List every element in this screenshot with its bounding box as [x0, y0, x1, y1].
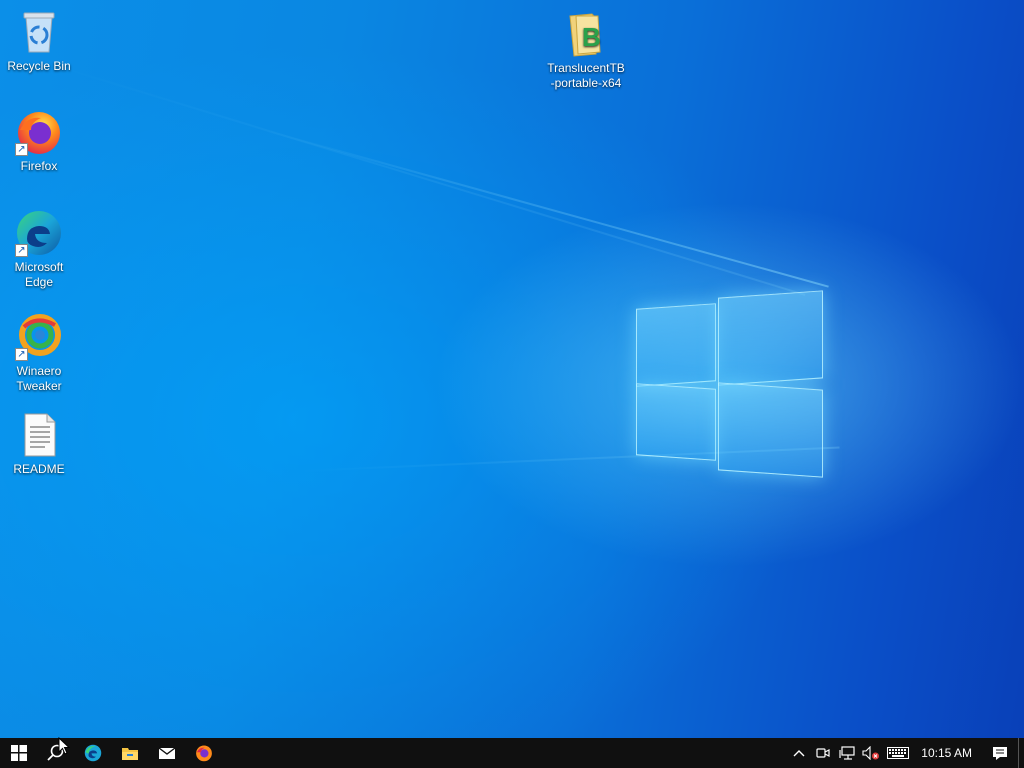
desktop-icon-label: Microsoft Edge	[14, 260, 64, 289]
desktop-icon-translucenttb[interactable]: B TranslucentTB -portable-x64	[546, 10, 626, 91]
volume-button[interactable]	[859, 738, 883, 768]
desktop-icon-firefox[interactable]: ↗ Firefox	[1, 108, 77, 174]
wallpaper-light-beam	[259, 128, 829, 288]
network-button[interactable]	[835, 738, 859, 768]
show-desktop-button[interactable]	[1018, 738, 1024, 768]
system-tray: 10:15 AM	[787, 738, 1024, 768]
firefox-icon: ↗	[15, 108, 63, 156]
mail-icon	[158, 747, 175, 759]
clock[interactable]: 10:15 AM	[913, 746, 982, 760]
meet-now-button[interactable]	[811, 738, 835, 768]
action-center-button[interactable]	[982, 738, 1018, 768]
zip-folder-icon: B	[562, 10, 610, 58]
taskbar: 10:15 AM	[0, 738, 1024, 768]
desktop-icon-label: README	[13, 462, 65, 476]
taskbar-mail-button[interactable]	[148, 738, 185, 768]
network-icon	[839, 746, 855, 760]
file-explorer-icon	[121, 748, 138, 760]
desktop-icon-label: TranslucentTB -portable-x64	[547, 61, 625, 90]
desktop-icon-label: Recycle Bin	[7, 59, 71, 73]
windows-logo	[636, 290, 824, 480]
touch-keyboard-button[interactable]	[883, 738, 913, 768]
desktop-icon-label: Firefox	[20, 159, 58, 173]
edge-icon: ↗	[15, 209, 63, 257]
desktop-icon-microsoft-edge[interactable]: ↗ Microsoft Edge	[1, 209, 77, 290]
desktop-icon-readme[interactable]: README	[1, 411, 77, 477]
show-hidden-icons-button[interactable]	[787, 738, 811, 768]
chevron-up-icon	[793, 750, 805, 757]
mouse-cursor-icon	[58, 737, 70, 755]
taskbar-file-explorer-button[interactable]	[111, 738, 148, 768]
keyboard-icon	[887, 747, 910, 759]
svg-text:B: B	[582, 22, 601, 52]
shortcut-arrow-icon: ↗	[15, 244, 28, 257]
desktop-icon-label: Winaero Tweaker	[16, 364, 62, 393]
taskbar-edge-button[interactable]	[74, 738, 111, 768]
desktop-wallpaper: Recycle Bin ↗ Firefox ↗ Microsoft Edge ↗…	[0, 0, 1024, 738]
start-button[interactable]	[0, 738, 37, 768]
wallpaper-light-beam	[39, 60, 806, 296]
shortcut-arrow-icon: ↗	[15, 348, 28, 361]
start-icon	[10, 745, 27, 761]
recycle-bin-icon	[15, 8, 63, 56]
text-file-icon	[15, 411, 63, 459]
volume-muted-icon	[862, 746, 880, 760]
action-center-icon	[993, 746, 1007, 760]
meet-now-icon	[816, 748, 830, 758]
shortcut-arrow-icon: ↗	[15, 143, 28, 156]
taskbar-firefox-button[interactable]	[185, 738, 222, 768]
desktop-icon-winaero-tweaker[interactable]: ↗ Winaero Tweaker	[1, 313, 77, 394]
firefox-icon	[195, 745, 212, 762]
desktop-icon-recycle-bin[interactable]: Recycle Bin	[1, 8, 77, 74]
edge-icon	[84, 744, 101, 762]
winaero-tweaker-icon: ↗	[15, 313, 63, 361]
